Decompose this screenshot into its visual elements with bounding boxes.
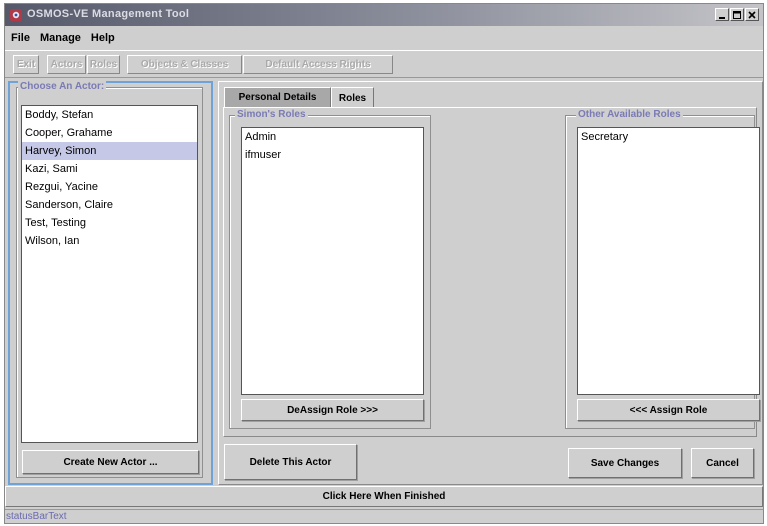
assigned-roles-list[interactable]: Admin ifmuser bbox=[241, 127, 424, 395]
deassign-role-button[interactable]: DeAssign Role >>> bbox=[241, 399, 424, 421]
actor-list-item[interactable]: Test, Testing bbox=[22, 214, 197, 232]
save-changes-button[interactable]: Save Changes bbox=[568, 448, 682, 478]
actor-list-item[interactable]: Kazi, Sami bbox=[22, 160, 197, 178]
available-roles-list[interactable]: Secretary bbox=[577, 127, 760, 395]
exit-button[interactable]: Exit bbox=[13, 55, 39, 74]
menu-file[interactable]: File bbox=[11, 32, 30, 44]
actor-list-item[interactable]: Cooper, Grahame bbox=[22, 124, 197, 142]
status-bar: statusBarText bbox=[5, 509, 763, 523]
app-icon bbox=[9, 8, 23, 22]
maximize-button[interactable] bbox=[730, 8, 744, 21]
actor-panel: Choose An Actor: Boddy, Stefan Cooper, Gr… bbox=[8, 81, 213, 485]
menu-bar: File Manage Help bbox=[5, 28, 763, 48]
available-roles-group: Other Available Roles Secretary <<< Assi… bbox=[565, 109, 760, 429]
actor-list-item[interactable]: Rezgui, Yacine bbox=[22, 178, 197, 196]
assign-role-button[interactable]: <<< Assign Role bbox=[577, 399, 760, 421]
assigned-role-item[interactable]: ifmuser bbox=[242, 146, 423, 164]
available-roles-title: Other Available Roles bbox=[576, 109, 683, 120]
actor-list-item[interactable]: Wilson, Ian bbox=[22, 232, 197, 250]
window-title: OSMOS-VE Management Tool bbox=[27, 8, 190, 20]
roles-button[interactable]: Roles bbox=[87, 55, 120, 74]
menu-help[interactable]: Help bbox=[91, 32, 115, 44]
minimize-button[interactable] bbox=[715, 8, 729, 21]
toolbar: Exit Actors Roles Objects & Classes Defa… bbox=[5, 50, 763, 78]
title-bar[interactable]: OSMOS-VE Management Tool bbox=[5, 4, 763, 26]
roles-tab-content: Simon's Roles Admin ifmuser DeAssign Role… bbox=[223, 107, 760, 437]
assigned-roles-group: Simon's Roles Admin ifmuser DeAssign Role… bbox=[229, 109, 431, 429]
tab-personal-details[interactable]: Personal Details bbox=[224, 87, 331, 107]
actor-list-item[interactable]: Boddy, Stefan bbox=[22, 106, 197, 124]
actors-button[interactable]: Actors bbox=[47, 55, 86, 74]
cancel-button[interactable]: Cancel bbox=[691, 448, 754, 478]
actor-list-item[interactable]: Sanderson, Claire bbox=[22, 196, 197, 214]
create-actor-button[interactable]: Create New Actor ... bbox=[22, 450, 199, 474]
actor-list-item[interactable]: Harvey, Simon bbox=[22, 142, 197, 160]
assigned-role-item[interactable]: Admin bbox=[242, 128, 423, 146]
actor-group-title: Choose An Actor: bbox=[18, 81, 107, 92]
minimize-icon bbox=[719, 16, 725, 19]
available-role-item[interactable]: Secretary bbox=[578, 128, 759, 146]
finish-button[interactable]: Click Here When Finished bbox=[5, 486, 763, 507]
menu-manage[interactable]: Manage bbox=[40, 32, 81, 44]
tab-roles[interactable]: Roles bbox=[331, 87, 374, 108]
close-button[interactable] bbox=[745, 8, 759, 21]
main-window: OSMOS-VE Management Tool File Manage Hel… bbox=[4, 3, 764, 524]
maximize-icon bbox=[733, 10, 741, 19]
default-access-rights-button[interactable]: Default Access Rights bbox=[243, 55, 393, 74]
objects-classes-button[interactable]: Objects & Classes bbox=[127, 55, 242, 74]
delete-actor-button[interactable]: Delete This Actor bbox=[224, 444, 357, 480]
actor-list[interactable]: Boddy, Stefan Cooper, Grahame Harvey, Simo… bbox=[21, 105, 198, 443]
details-panel: Personal Details Roles Simon's Roles Adm… bbox=[218, 81, 763, 485]
actor-group: Choose An Actor: Boddy, Stefan Cooper, Gr… bbox=[16, 81, 203, 478]
assigned-roles-title: Simon's Roles bbox=[235, 109, 308, 120]
close-icon bbox=[748, 10, 756, 19]
